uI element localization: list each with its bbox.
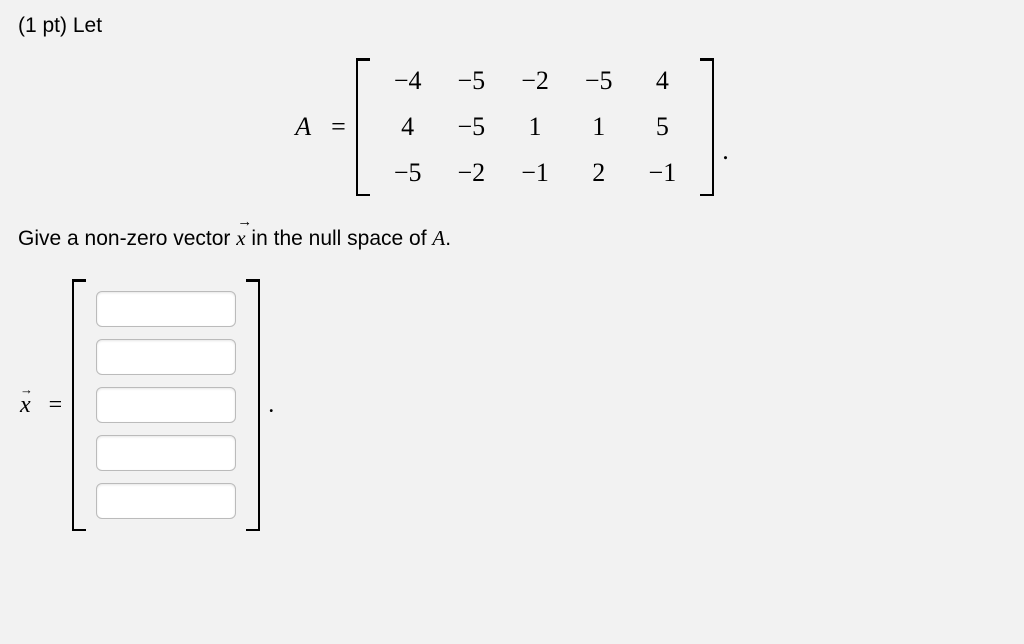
matrix-cell: −2 [440,150,504,196]
matrix-equation: A = −4 −5 −2 −5 4 4 −5 1 1 5 −5 −2 −1 [18,58,1006,196]
problem-header: (1 pt) Let [18,14,1006,38]
matrix-cell: 5 [631,104,695,150]
prompt-post: in the null space of [246,227,433,250]
vector-inputs [86,279,246,531]
matrix-left-bracket [356,58,370,196]
vector-right-bracket [246,279,260,531]
vector-input-1[interactable] [96,291,236,327]
matrix-row: −5 −2 −1 2 −1 [376,150,694,196]
vector-arrow-icon: → [20,382,33,398]
matrix-cell: 4 [376,104,440,150]
matrix-cell: −5 [440,58,504,104]
matrix-row: 4 −5 1 1 5 [376,104,694,150]
matrix-period: . [722,136,729,196]
vector-left-bracket [72,279,86,531]
vector-input-5[interactable] [96,483,236,519]
matrix-label-A: A [295,112,311,142]
prompt-pre: Give a non-zero vector [18,227,236,250]
matrix-cell: 2 [567,150,631,196]
matrix-cell: 4 [631,58,695,104]
answer-vector-label: → x [20,392,31,419]
prompt-text: Give a non-zero vector x in the null spa… [18,226,1006,251]
matrix-cell: 1 [503,104,567,150]
matrix-row: −4 −5 −2 −5 4 [376,58,694,104]
prompt-end: . [445,227,451,250]
vector-x-symbol: x [236,226,245,251]
matrix-cell: 1 [567,104,631,150]
vector-input-4[interactable] [96,435,236,471]
answer-period: . [268,392,274,419]
matrix-right-bracket [700,58,714,196]
matrix-cell: −5 [440,104,504,150]
vector-input-3[interactable] [96,387,236,423]
answer-equals: = [49,392,63,419]
vector-input-2[interactable] [96,339,236,375]
matrix-cell: −1 [503,150,567,196]
matrix-cell: −1 [631,150,695,196]
matrix-table: −4 −5 −2 −5 4 4 −5 1 1 5 −5 −2 −1 2 −1 [376,58,694,196]
answer-equation: → x = . [20,279,1006,531]
matrix-cell: −5 [376,150,440,196]
matrix-cell: −4 [376,58,440,104]
equals-sign: = [331,112,346,142]
matrix-A: −4 −5 −2 −5 4 4 −5 1 1 5 −5 −2 −1 2 −1 [356,58,714,196]
prompt-A-symbol: A [432,226,445,250]
matrix-cell: −5 [567,58,631,104]
matrix-cell: −2 [503,58,567,104]
